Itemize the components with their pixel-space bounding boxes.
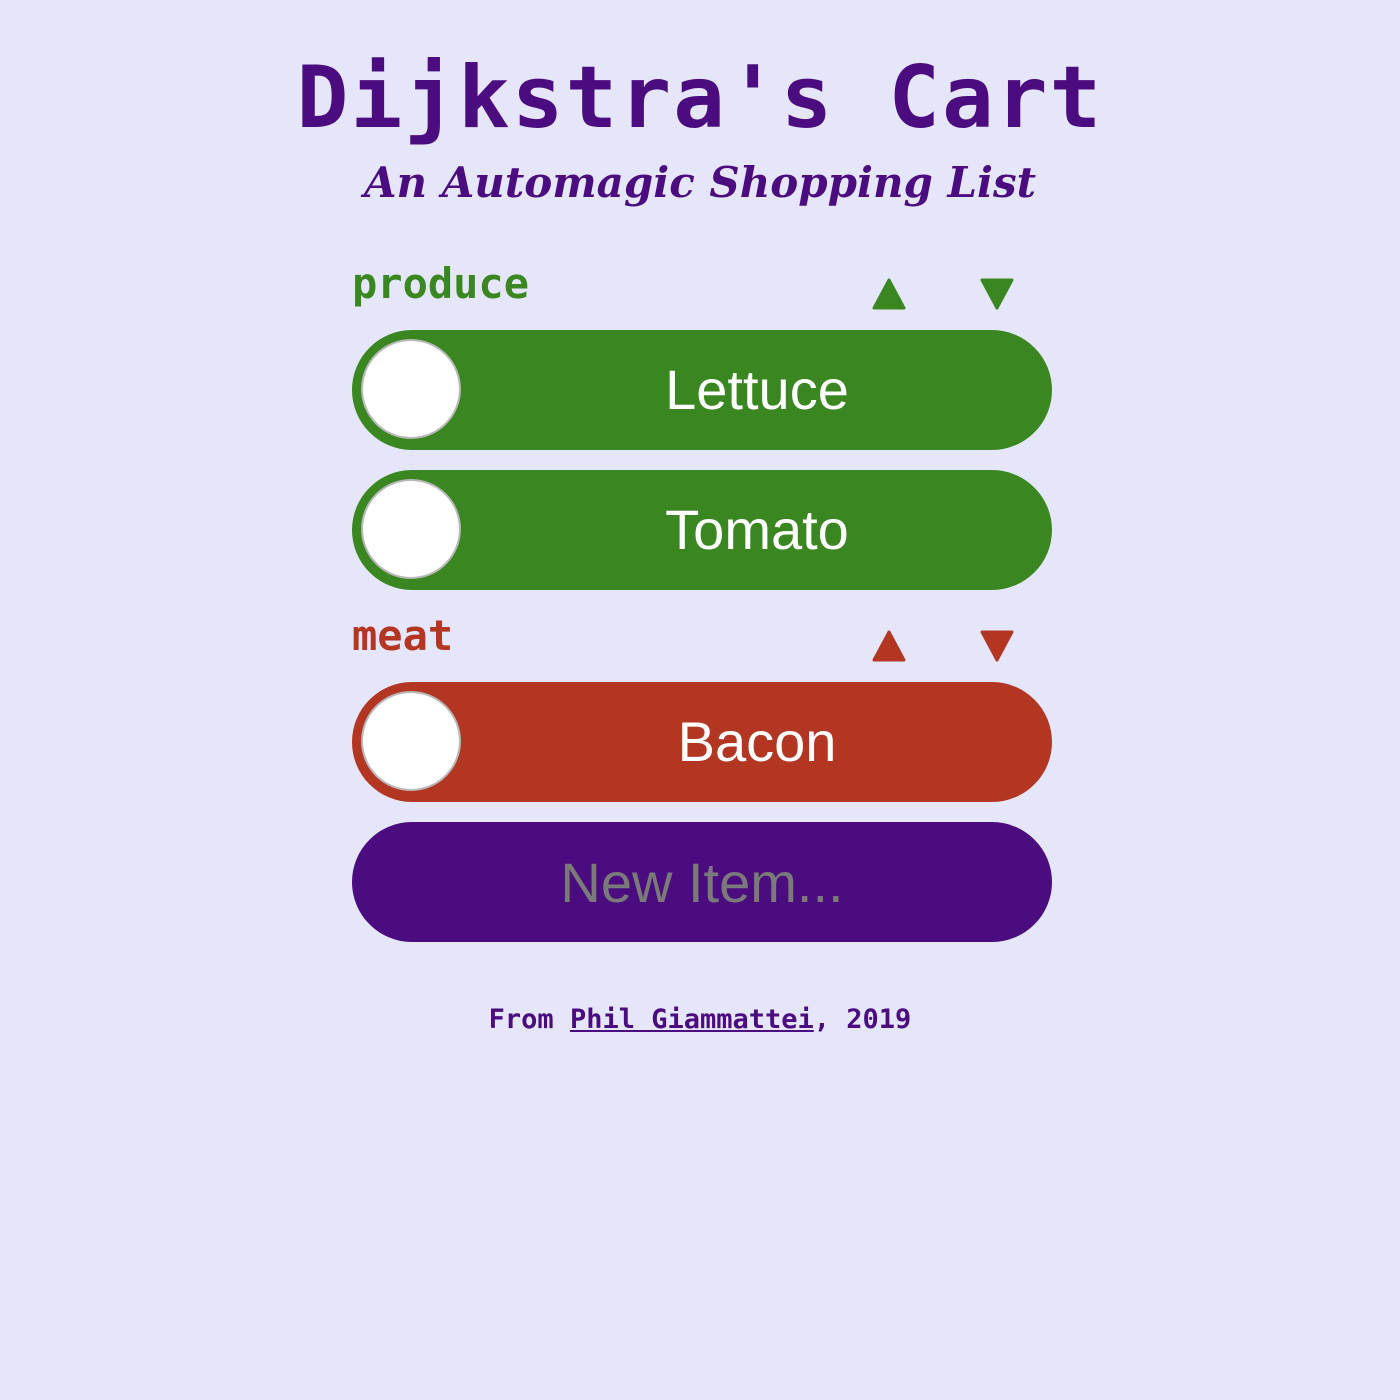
triangle-down-icon [980,630,1014,662]
author-link[interactable]: Phil Giammattei [570,1004,814,1035]
footer-prefix: From [488,1004,570,1035]
app-title: Dijkstra's Cart [296,48,1104,148]
category-header: produce [352,258,1052,330]
footer-suffix: , 2019 [813,1004,912,1035]
footer: From Phil Giammattei, 2019 [0,1000,1400,1040]
list-item[interactable]: Lettuce [352,330,1052,450]
item-label: Lettuce [665,358,849,421]
list-item[interactable]: Bacon [352,682,1052,802]
move-category-up-button[interactable] [869,274,909,314]
list-item[interactable]: Tomato [352,470,1052,590]
triangle-up-icon [872,630,906,662]
new-item-field-wrapper [352,822,1052,942]
shopping-list: produce Lettuce Tomato meat Bacon New It… [352,258,1052,942]
app-header: Dijkstra's Cart An Automagic Shopping Li… [0,48,1400,210]
triangle-up-icon [872,278,906,310]
item-toggle[interactable] [361,339,461,439]
item-toggle[interactable] [361,479,461,579]
item-label: Tomato [665,498,849,561]
move-category-down-button[interactable] [977,274,1017,314]
category-name: meat [352,611,454,660]
category-name: produce [352,259,530,308]
move-category-down-button[interactable] [977,626,1017,666]
new-item-input[interactable] [352,822,1052,942]
category-header: meat [352,610,1052,682]
triangle-down-icon [980,278,1014,310]
app-subtitle: An Automagic Shopping List [363,158,1037,207]
category-produce: produce Lettuce Tomato [352,258,1052,590]
item-label: Bacon [677,710,837,773]
move-category-up-button[interactable] [869,626,909,666]
item-toggle[interactable] [361,691,461,791]
category-meat: meat Bacon [352,610,1052,802]
